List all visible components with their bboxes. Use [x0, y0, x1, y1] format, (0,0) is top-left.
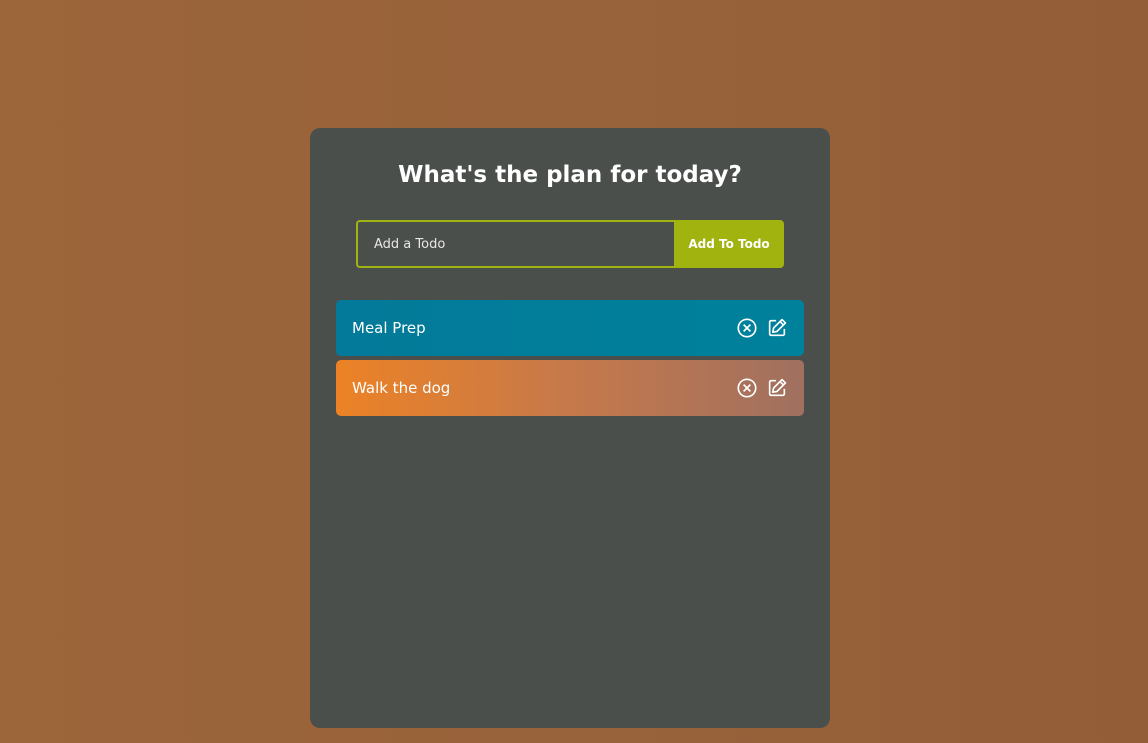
page-title: What's the plan for today?: [398, 162, 742, 188]
add-todo-button[interactable]: Add To Todo: [674, 220, 784, 268]
todo-form: Add To Todo: [356, 220, 784, 268]
todo-row[interactable]: Meal Prep: [336, 300, 804, 356]
edit-icon[interactable]: [766, 317, 788, 339]
todo-text: Walk the dog: [352, 379, 451, 397]
edit-icon[interactable]: [766, 377, 788, 399]
todo-row[interactable]: Walk the dog: [336, 360, 804, 416]
todo-app-panel: What's the plan for today? Add To Todo M…: [310, 128, 830, 728]
close-circle-icon[interactable]: [736, 317, 758, 339]
todo-actions: [736, 377, 788, 399]
todo-input[interactable]: [356, 220, 674, 268]
close-circle-icon[interactable]: [736, 377, 758, 399]
todo-actions: [736, 317, 788, 339]
todo-text: Meal Prep: [352, 319, 426, 337]
